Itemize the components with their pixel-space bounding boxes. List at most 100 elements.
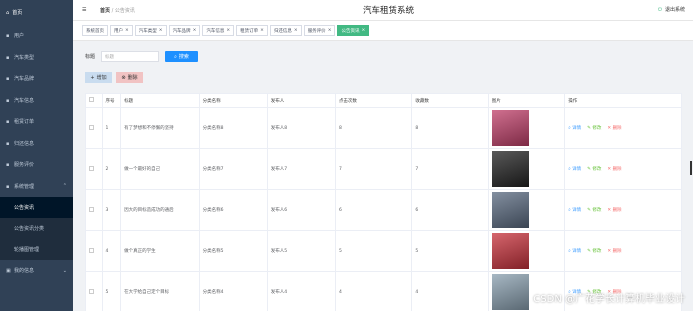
cell-category: 分类名称5	[198, 230, 268, 272]
close-icon[interactable]: ×	[361, 28, 365, 33]
table-row: 2 做一个最好的自己 分类名称7 发布人7 7 7 ⌕ 详情 ✎ 修改 ✕ 删除	[85, 148, 682, 190]
sidebar-item-label: 归还信息	[14, 140, 35, 147]
order-icon: ▪	[6, 119, 10, 126]
tab-label: 租赁订单	[240, 28, 259, 34]
search-input[interactable]: 标题	[101, 51, 160, 62]
checkbox-cell[interactable]	[85, 271, 103, 311]
star-icon: ▪	[6, 162, 10, 169]
data-table: 序号 标题 分类名称 发布人 点击次数 收藏数 图片 操作 1 有了梦想和不停懈的坚持 分类名称8…	[85, 93, 682, 311]
column-header: 发布人	[266, 93, 336, 108]
sidebar-item-5[interactable]: ▪ 归还信息	[0, 133, 73, 155]
sidebar-item-my-info[interactable]: ▣ 我的信息 ⌄	[0, 260, 73, 282]
sidebar-item-home[interactable]: ⌂ 首页	[0, 0, 73, 25]
detail-button[interactable]: ⌕ 详情	[568, 166, 581, 172]
ops-cell: ⌕ 详情 ✎ 修改 ✕ 删除	[564, 230, 682, 272]
cell-clicks: 6	[334, 189, 413, 231]
row-actions: ⌕ 详情 ✎ 修改 ✕ 删除	[568, 125, 681, 131]
cell-category: 分类名称4	[198, 271, 268, 311]
breadcrumb-home[interactable]: 首页	[100, 8, 110, 14]
tab-5[interactable]: 租赁订单 ×	[236, 25, 268, 36]
add-button[interactable]: + 增加	[85, 72, 112, 83]
cell-favs: 7	[411, 148, 489, 190]
car-image	[491, 151, 529, 187]
sidebar-item-label: 汽车品牌	[14, 76, 35, 83]
sidebar-item-0[interactable]: ▪ 用户	[0, 25, 73, 47]
tab-8[interactable]: 公告资讯 ×	[337, 25, 370, 36]
close-icon[interactable]: ×	[328, 28, 332, 33]
row-checkbox[interactable]	[89, 124, 94, 130]
checkbox-cell[interactable]	[85, 189, 103, 231]
detail-button[interactable]: ⌕ 详情	[568, 248, 581, 254]
detail-button[interactable]: ⌕ 详情	[568, 125, 581, 131]
tab-label: 汽车类型	[138, 28, 157, 34]
car-image	[491, 110, 529, 146]
delete-button[interactable]: ⊗ 删除	[116, 72, 143, 83]
sidebar-item-6[interactable]: ▪ 服务评价	[0, 154, 73, 176]
checkbox-cell[interactable]	[85, 230, 103, 272]
sidebar-item-2[interactable]: ▪ 汽车品牌	[0, 68, 73, 90]
tab-6[interactable]: 归还信息 ×	[269, 25, 302, 36]
tab-3[interactable]: 汽车品牌 ×	[168, 25, 201, 36]
sidebar-item-3[interactable]: ▪ 汽车信息	[0, 90, 73, 112]
image-cell	[487, 230, 566, 272]
sidebar-item-label: 首页	[12, 10, 23, 16]
edit-label: 修改	[592, 167, 602, 172]
checkbox-cell[interactable]	[85, 148, 103, 190]
column-header: 收藏数	[411, 93, 489, 108]
close-icon[interactable]: ×	[294, 28, 298, 33]
select-all-cell[interactable]	[85, 93, 103, 108]
scrollbar[interactable]	[690, 161, 692, 175]
row-delete-button[interactable]: ✕ 删除	[607, 166, 621, 172]
logout-button[interactable]: ⏻ 退出系统	[658, 6, 685, 14]
row-checkbox[interactable]	[89, 288, 94, 294]
search-button[interactable]: ⌕ 搜索	[165, 51, 199, 62]
add-button-label: 增加	[96, 75, 107, 81]
cell-title: 有了梦想和不停懈的坚持	[120, 107, 200, 149]
close-icon[interactable]: ×	[260, 28, 264, 33]
table-row: 1 有了梦想和不停懈的坚持 分类名称8 发布人8 8 8 ⌕ 详情 ✎ 修改 ✕ 删除	[85, 107, 682, 149]
tab-2[interactable]: 汽车类型 ×	[134, 25, 167, 36]
tab-4[interactable]: 汽车信息 ×	[202, 25, 235, 36]
tabs-bar: 系统首页 用户 × 汽车类型 × 汽车品牌 × 汽车信息 × 租赁订单 × 归还信息 × 服务评价 × 公告资…	[73, 21, 693, 41]
sidebar-subitem-2[interactable]: 轮播图管理	[0, 239, 73, 260]
edit-button[interactable]: ✎ 修改	[587, 125, 601, 131]
logout-label: 退出系统	[664, 7, 685, 13]
info-icon: ▪	[6, 97, 10, 104]
close-icon[interactable]: ×	[159, 28, 163, 33]
sidebar-item-label: 汽车类型	[14, 54, 35, 61]
row-delete-button[interactable]: ✕ 删除	[607, 125, 621, 131]
detail-button[interactable]: ⌕ 详情	[568, 207, 581, 213]
car-icon: ▪	[6, 54, 10, 61]
edit-button[interactable]: ✎ 修改	[587, 166, 601, 172]
cell-title: 因大的目标造成功的通后	[120, 189, 200, 231]
select-all-checkbox[interactable]	[89, 97, 94, 102]
tab-0[interactable]: 系统首页	[82, 25, 108, 36]
tab-7[interactable]: 服务评价 ×	[303, 25, 336, 36]
sidebar-item-7[interactable]: ▪ 系统管理 ⌃	[0, 176, 73, 198]
cell-title: 做个真正的学生	[120, 230, 200, 272]
close-icon[interactable]: ×	[193, 28, 197, 33]
image-cell	[487, 107, 566, 149]
sidebar-subitem-1[interactable]: 公告资讯分类	[0, 218, 73, 239]
row-checkbox[interactable]	[89, 206, 94, 212]
sidebar-item-4[interactable]: ▪ 租赁订单	[0, 111, 73, 133]
power-icon: ⏻	[658, 6, 662, 13]
close-icon[interactable]: ×	[226, 28, 230, 33]
menu-toggle-icon[interactable]: ☰	[82, 7, 94, 13]
cell-publisher: 发布人5	[266, 230, 336, 272]
sidebar-subitem-0[interactable]: 公告资讯	[0, 197, 73, 218]
cell-favs: 8	[411, 107, 489, 149]
column-header: 序号	[101, 93, 122, 108]
edit-button[interactable]: ✎ 修改	[587, 207, 601, 213]
row-delete-button[interactable]: ✕ 删除	[607, 207, 621, 213]
tab-1[interactable]: 用户 ×	[110, 25, 133, 36]
row-delete-button[interactable]: ✕ 删除	[607, 248, 621, 254]
checkbox-cell[interactable]	[85, 107, 103, 149]
row-checkbox[interactable]	[89, 247, 94, 253]
sidebar-item-1[interactable]: ▪ 汽车类型	[0, 47, 73, 69]
cell-category: 分类名称6	[198, 189, 268, 231]
close-icon[interactable]: ×	[125, 28, 129, 33]
edit-button[interactable]: ✎ 修改	[587, 248, 601, 254]
row-checkbox[interactable]	[89, 165, 94, 171]
home-icon: ⌂	[6, 9, 10, 16]
